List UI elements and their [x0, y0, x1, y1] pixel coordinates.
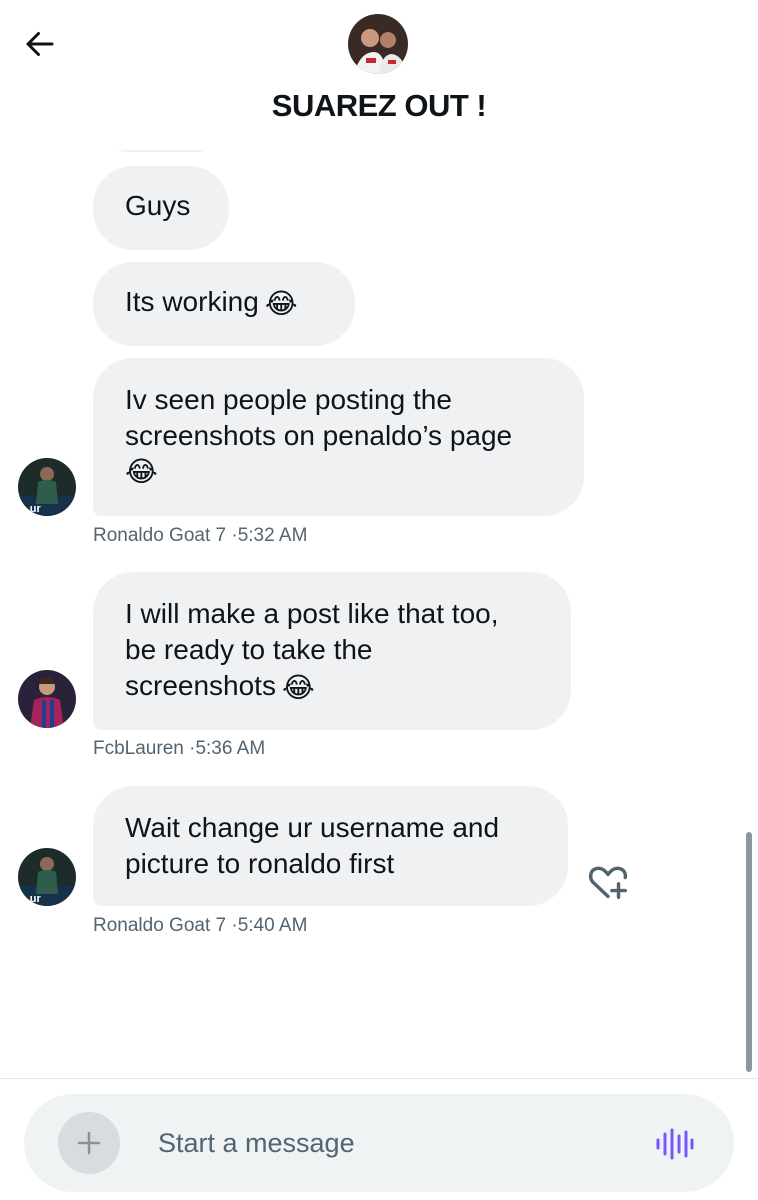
message-text-line: picture to ronaldo first: [125, 848, 395, 879]
composer-divider: [0, 1078, 758, 1079]
heart-plus-icon: [588, 866, 628, 900]
sender-avatar[interactable]: o ur: [18, 458, 76, 516]
laughing-emoji-icon: 😂: [125, 456, 158, 487]
message-composer: [24, 1094, 734, 1192]
message-bubble[interactable]: Iv seen people posting the screenshots o…: [93, 358, 584, 516]
svg-text:o ur: o ur: [20, 503, 41, 515]
plus-icon: [77, 1131, 101, 1155]
message-time: 5:36 AM: [195, 738, 266, 759]
message-time: 5:32 AM: [237, 525, 308, 546]
scrollbar-thumb[interactable]: [746, 832, 752, 1072]
message-meta: Ronaldo Goat 7 ·5:32 AM: [93, 525, 308, 546]
message-bubble[interactable]: Its working 😂: [93, 262, 355, 346]
message-text-line: Iv seen people posting the: [125, 384, 452, 415]
message-meta: FcbLauren ·5:36 AM: [93, 738, 266, 759]
sender-avatar[interactable]: o ur: [18, 848, 76, 906]
sender-avatar[interactable]: [18, 670, 76, 728]
message-text: Its working: [125, 286, 259, 317]
message-text-line: be ready to take the: [125, 634, 373, 665]
laughing-emoji-icon: 😂: [264, 287, 298, 319]
message-bubble[interactable]: I will make a post like that too, be rea…: [93, 572, 571, 730]
message-meta: Ronaldo Goat 7 ·5:40 AM: [93, 915, 308, 936]
back-button[interactable]: [20, 24, 60, 64]
message-text-line: Wait change ur username and: [125, 812, 500, 843]
message-text-line: screenshots: [125, 670, 276, 701]
message-text: Guys: [125, 190, 191, 221]
arrow-left-icon: [26, 32, 54, 56]
voice-wave-icon: [656, 1128, 694, 1160]
sender-name[interactable]: FcbLauren: [93, 738, 184, 759]
message-bubble[interactable]: Wait change ur username and picture to r…: [93, 786, 568, 906]
message-text-line: I will make a post like that too,: [125, 598, 499, 629]
message-text-line: screenshots on penaldo’s page: [125, 420, 513, 451]
sender-name[interactable]: Ronaldo Goat 7: [93, 525, 226, 546]
add-media-button[interactable]: [58, 1112, 120, 1174]
svg-text:o ur: o ur: [20, 893, 41, 905]
message-bubble[interactable]: Guys: [93, 166, 229, 250]
add-reaction-button[interactable]: [585, 858, 631, 904]
conversation-header: SUAREZ OUT !: [0, 0, 758, 150]
message-time: 5:40 AM: [237, 915, 308, 936]
message-input[interactable]: [158, 1120, 638, 1166]
voice-message-button[interactable]: [652, 1122, 696, 1166]
conversation-title[interactable]: SUAREZ OUT !: [0, 88, 758, 124]
sender-name[interactable]: Ronaldo Goat 7: [93, 915, 226, 936]
laughing-emoji-icon: 😂: [281, 671, 315, 703]
group-avatar[interactable]: [348, 14, 408, 74]
